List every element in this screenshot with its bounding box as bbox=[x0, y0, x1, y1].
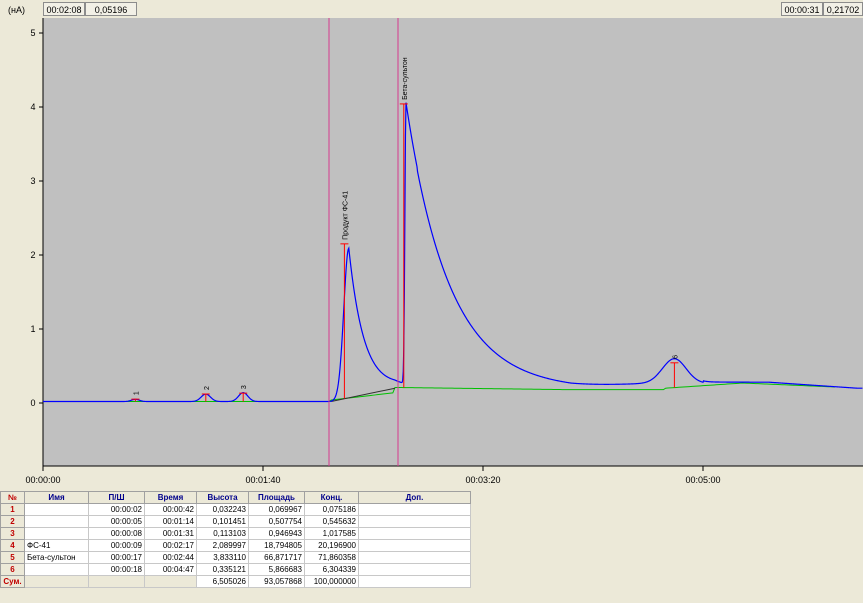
value-cell: 6,505026 bbox=[196, 575, 249, 588]
y-tick-label: 0 bbox=[30, 398, 35, 408]
value-cell: 93,057868 bbox=[248, 575, 305, 588]
x-tick-label: 00:00:00 bbox=[25, 475, 60, 485]
table-row[interactable]: 3 00:00:08 00:01:31 0,113103 0,946943 1,01758… bbox=[0, 527, 471, 540]
value-cell: 00:00:18 bbox=[88, 563, 145, 576]
row-index-cell: 2 bbox=[0, 515, 25, 528]
row-index-cell: 3 bbox=[0, 527, 25, 540]
column-header[interactable]: Площадь bbox=[248, 491, 305, 504]
extra-cell bbox=[358, 503, 471, 516]
value-cell: 00:00:17 bbox=[88, 551, 145, 564]
value-cell: 00:04:47 bbox=[144, 563, 197, 576]
chromatogram-chart[interactable]: (нА) 543210 00:00:00 00:01:40 00:03:20 00:0… bbox=[0, 0, 863, 490]
value-cell: 00:00:09 bbox=[88, 539, 145, 552]
column-header[interactable]: Конц. bbox=[304, 491, 359, 504]
column-header[interactable]: Имя bbox=[24, 491, 89, 504]
value-cell: 100,000000 bbox=[304, 575, 359, 588]
value-cell: 71,860358 bbox=[304, 551, 359, 564]
value-cell: 00:01:14 bbox=[144, 515, 197, 528]
value-cell: 66,871717 bbox=[248, 551, 305, 564]
peak-results-table: № Имя П/Ш Время Высота Площадь Конц. Доп. 1 00:0… bbox=[0, 491, 471, 588]
value-cell: 00:00:08 bbox=[88, 527, 145, 540]
value-cell: 00:00:05 bbox=[88, 515, 145, 528]
value-cell bbox=[144, 575, 197, 588]
value-cell: 2,089997 bbox=[196, 539, 249, 552]
value-cell: 3,833110 bbox=[196, 551, 249, 564]
plot-area[interactable] bbox=[43, 18, 863, 466]
value-cell bbox=[88, 575, 145, 588]
column-header[interactable]: № bbox=[0, 491, 25, 504]
sum-row[interactable]: Сум. 6,505026 93,057868 100,000000 bbox=[0, 575, 471, 588]
y-tick-label: 4 bbox=[30, 102, 35, 112]
table-row[interactable]: 4 ФС-41 00:00:09 00:02:17 2,089997 18,794805 2… bbox=[0, 539, 471, 552]
value-cell: 00:02:44 bbox=[144, 551, 197, 564]
extra-cell bbox=[358, 575, 471, 588]
row-index-cell: 6 bbox=[0, 563, 25, 576]
y-axis-ticks: 5 4 3 2 1 0 bbox=[30, 28, 43, 408]
table-header-row: № Имя П/Ш Время Высота Площадь Конц. Доп. bbox=[0, 491, 471, 504]
extra-cell bbox=[358, 539, 471, 552]
value-cell: 1,017585 bbox=[304, 527, 359, 540]
value-cell: 0,032243 bbox=[196, 503, 249, 516]
value-cell: 0,069967 bbox=[248, 503, 305, 516]
extra-cell bbox=[358, 551, 471, 564]
extra-cell bbox=[358, 563, 471, 576]
name-cell: ФС-41 bbox=[24, 539, 89, 552]
row-index-cell: 1 bbox=[0, 503, 25, 516]
peak-label: 6 bbox=[672, 355, 679, 359]
table-row[interactable]: 2 00:00:05 00:01:14 0,101451 0,507754 0,54563… bbox=[0, 515, 471, 528]
y-tick-label: 5 bbox=[30, 28, 35, 38]
value-cell: 5,866683 bbox=[248, 563, 305, 576]
name-cell bbox=[24, 527, 89, 540]
x-tick-label: 00:01:40 bbox=[245, 475, 280, 485]
table-row[interactable]: 5 Бета-сультон 00:00:17 00:02:44 3,833110 66,… bbox=[0, 551, 471, 564]
peak-label: 2 bbox=[204, 386, 211, 390]
column-header[interactable]: Высота bbox=[196, 491, 249, 504]
row-index-cell: 4 bbox=[0, 539, 25, 552]
value-cell: 0,101451 bbox=[196, 515, 249, 528]
table-row[interactable]: 1 00:00:02 00:00:42 0,032243 0,069967 0,07518… bbox=[0, 503, 471, 516]
extra-cell bbox=[358, 527, 471, 540]
value-cell: 0,335121 bbox=[196, 563, 249, 576]
name-cell: Бета-сультон bbox=[24, 551, 89, 564]
value-cell: 00:00:42 bbox=[144, 503, 197, 516]
row-index-cell: Сум. bbox=[0, 575, 25, 588]
value-cell: 00:02:17 bbox=[144, 539, 197, 552]
y-tick-label: 1 bbox=[30, 324, 35, 334]
column-header[interactable]: Время bbox=[144, 491, 197, 504]
value-cell: 0,113103 bbox=[196, 527, 249, 540]
value-cell: 20,196900 bbox=[304, 539, 359, 552]
value-cell: 0,507754 bbox=[248, 515, 305, 528]
peak-label: Бета-сультон bbox=[402, 57, 409, 100]
row-index-cell: 5 bbox=[0, 551, 25, 564]
y-tick-label: 3 bbox=[30, 176, 35, 186]
name-cell bbox=[24, 515, 89, 528]
column-header[interactable]: П/Ш bbox=[88, 491, 145, 504]
peak-label: 3 bbox=[241, 385, 248, 389]
x-tick-label: 00:05:00 bbox=[685, 475, 720, 485]
value-cell: 0,946943 bbox=[248, 527, 305, 540]
value-cell: 18,794805 bbox=[248, 539, 305, 552]
x-tick-label: 00:03:20 bbox=[465, 475, 500, 485]
peak-label: 1 bbox=[133, 391, 140, 395]
value-cell: 0,545632 bbox=[304, 515, 359, 528]
value-cell: 0,075186 bbox=[304, 503, 359, 516]
name-cell bbox=[24, 575, 89, 588]
y-axis-unit-label: (нА) bbox=[8, 5, 25, 15]
column-header[interactable]: Доп. bbox=[358, 491, 471, 504]
y-tick-label: 2 bbox=[30, 250, 35, 260]
name-cell bbox=[24, 503, 89, 516]
value-cell: 00:01:31 bbox=[144, 527, 197, 540]
extra-cell bbox=[358, 515, 471, 528]
value-cell: 6,304339 bbox=[304, 563, 359, 576]
value-cell: 00:00:02 bbox=[88, 503, 145, 516]
x-axis-ticks: 00:00:00 00:01:40 00:03:20 00:05:00 bbox=[25, 466, 721, 485]
name-cell bbox=[24, 563, 89, 576]
table-row[interactable]: 6 00:00:18 00:04:47 0,335121 5,866683 6,30433… bbox=[0, 563, 471, 576]
peak-label: Продукт ФС-41 bbox=[342, 191, 349, 240]
